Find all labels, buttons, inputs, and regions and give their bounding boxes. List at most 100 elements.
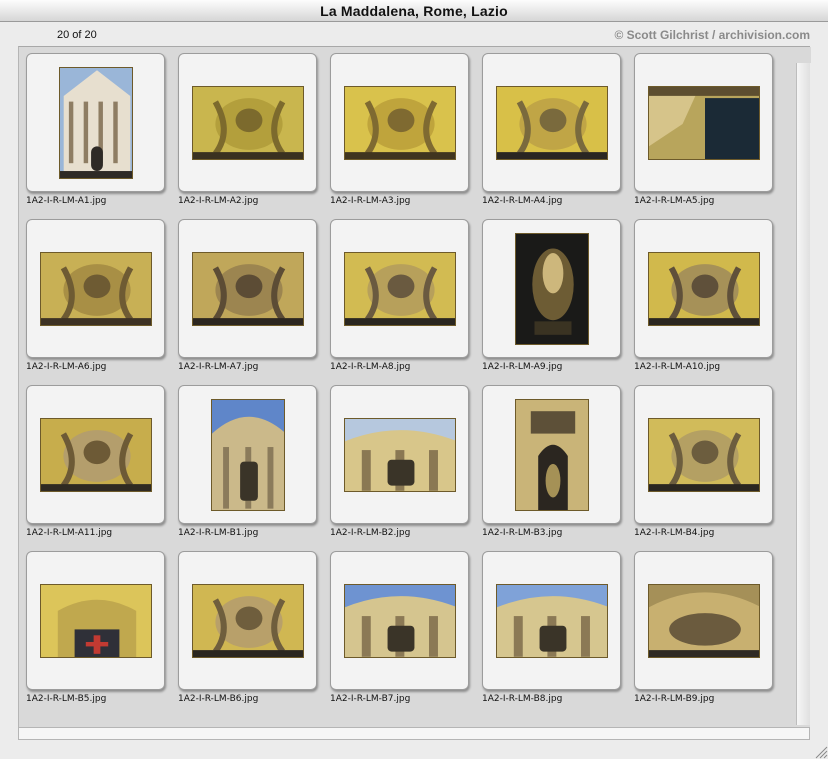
thumbnail-cell[interactable]: 1A2-I-R-LM-A4.jpg (475, 47, 627, 207)
thumbnail-slide[interactable] (178, 551, 317, 690)
thumbnail-filename: 1A2-I-R-LM-A8.jpg (330, 362, 411, 372)
thumbnail-frame (647, 251, 760, 326)
thumbnail-image (648, 252, 759, 325)
thumbnail-cell[interactable]: 1A2-I-R-LM-B3.jpg (475, 379, 627, 539)
thumbnail-slide[interactable] (330, 219, 469, 358)
thumbnail-slide[interactable] (330, 53, 469, 192)
thumbnail-filename: 1A2-I-R-LM-B9.jpg (634, 694, 715, 704)
thumbnail-cell[interactable]: 1A2-I-R-LM-A10.jpg (627, 213, 779, 373)
thumbnail-filename: 1A2-I-R-LM-B3.jpg (482, 528, 563, 538)
thumbnail-image (496, 584, 607, 657)
vertical-scrollbar[interactable] (796, 47, 811, 725)
thumbnail-cell[interactable]: 1A2-I-R-LM-B5.jpg (19, 545, 171, 705)
thumbnail-slide[interactable] (178, 53, 317, 192)
thumbnail-pane: 1A2-I-R-LM-A1.jpg 1A2-I-R-LM-A2.jpg 1A2-I-… (18, 46, 811, 728)
thumbnail-slide[interactable] (482, 551, 621, 690)
thumbnail-slide[interactable] (330, 551, 469, 690)
thumbnail-cell[interactable]: 1A2-I-R-LM-B9.jpg (627, 545, 779, 705)
thumbnail-image (192, 86, 303, 159)
thumbnail-slide[interactable] (634, 385, 773, 524)
thumbnail-frame (210, 398, 285, 511)
thumbnail-slide[interactable] (482, 219, 621, 358)
thumbnail-frame (514, 398, 589, 511)
thumbnail-image (59, 67, 132, 178)
thumbnail-slide[interactable] (26, 53, 165, 192)
thumbnail-frame (191, 583, 304, 658)
thumbnail-slide[interactable] (26, 551, 165, 690)
horizontal-scrollbar[interactable] (18, 728, 810, 740)
thumbnail-filename: 1A2-I-R-LM-A6.jpg (26, 362, 107, 372)
thumbnail-slide[interactable] (482, 53, 621, 192)
thumbnail-frame (58, 66, 133, 179)
thumbnail-slide[interactable] (178, 219, 317, 358)
thumbnail-image (496, 86, 607, 159)
thumbnail-cell[interactable]: 1A2-I-R-LM-A2.jpg (171, 47, 323, 207)
thumbnail-slide[interactable] (330, 385, 469, 524)
thumbnail-cell[interactable]: 1A2-I-R-LM-A9.jpg (475, 213, 627, 373)
thumbnail-image (40, 418, 151, 491)
thumbnail-image (515, 399, 588, 510)
image-count: 20 of 20 (57, 29, 97, 41)
thumbnail-image (40, 252, 151, 325)
thumbnail-cell[interactable]: 1A2-I-R-LM-A8.jpg (323, 213, 475, 373)
thumbnail-frame (647, 583, 760, 658)
thumbnail-slide[interactable] (634, 551, 773, 690)
thumbnail-image (648, 418, 759, 491)
thumbnail-slide[interactable] (26, 385, 165, 524)
thumbnail-filename: 1A2-I-R-LM-B6.jpg (178, 694, 259, 704)
window-title: La Maddalena, Rome, Lazio (320, 3, 508, 19)
thumbnail-filename: 1A2-I-R-LM-A10.jpg (634, 362, 721, 372)
thumbnail-image (515, 233, 588, 344)
thumbnail-filename: 1A2-I-R-LM-A5.jpg (634, 196, 715, 206)
thumbnail-filename: 1A2-I-R-LM-B5.jpg (26, 694, 107, 704)
thumbnail-image (344, 252, 455, 325)
thumbnail-frame (495, 85, 608, 160)
thumbnail-cell[interactable]: 1A2-I-R-LM-B4.jpg (627, 379, 779, 539)
thumbnail-filename: 1A2-I-R-LM-A1.jpg (26, 196, 107, 206)
thumbnail-cell[interactable]: 1A2-I-R-LM-B1.jpg (171, 379, 323, 539)
thumbnail-slide[interactable] (482, 385, 621, 524)
thumbnail-cell[interactable]: 1A2-I-R-LM-B8.jpg (475, 545, 627, 705)
window-titlebar[interactable]: La Maddalena, Rome, Lazio (0, 0, 828, 22)
info-bar: 20 of 20 © Scott Gilchrist / archivision… (18, 24, 810, 46)
thumbnail-cell[interactable]: 1A2-I-R-LM-B6.jpg (171, 545, 323, 705)
thumbnail-frame (343, 251, 456, 326)
thumbnail-frame (343, 583, 456, 658)
thumbnail-image (211, 399, 284, 510)
thumbnail-cell[interactable]: 1A2-I-R-LM-A3.jpg (323, 47, 475, 207)
thumbnail-frame (39, 583, 152, 658)
thumbnail-filename: 1A2-I-R-LM-B8.jpg (482, 694, 563, 704)
thumbnail-filename: 1A2-I-R-LM-A3.jpg (330, 196, 411, 206)
resize-grip-icon[interactable] (812, 743, 828, 759)
thumbnail-cell[interactable]: 1A2-I-R-LM-A7.jpg (171, 213, 323, 373)
thumbnail-grid: 1A2-I-R-LM-A1.jpg 1A2-I-R-LM-A2.jpg 1A2-I-… (19, 47, 796, 727)
thumbnail-cell[interactable]: 1A2-I-R-LM-B7.jpg (323, 545, 475, 705)
thumbnail-filename: 1A2-I-R-LM-B2.jpg (330, 528, 411, 538)
thumbnail-image (648, 86, 759, 159)
thumbnail-slide[interactable] (178, 385, 317, 524)
thumbnail-frame (343, 417, 456, 492)
thumbnail-slide[interactable] (634, 53, 773, 192)
thumbnail-frame (343, 85, 456, 160)
thumbnail-image (344, 584, 455, 657)
thumbnail-cell[interactable]: 1A2-I-R-LM-B2.jpg (323, 379, 475, 539)
thumbnail-cell[interactable]: 1A2-I-R-LM-A11.jpg (19, 379, 171, 539)
thumbnail-filename: 1A2-I-R-LM-A4.jpg (482, 196, 563, 206)
thumbnail-filename: 1A2-I-R-LM-A11.jpg (26, 528, 113, 538)
thumbnail-frame (39, 251, 152, 326)
thumbnail-cell[interactable]: 1A2-I-R-LM-A5.jpg (627, 47, 779, 207)
thumbnail-frame (39, 417, 152, 492)
thumbnail-cell[interactable]: 1A2-I-R-LM-A6.jpg (19, 213, 171, 373)
thumbnail-frame (495, 583, 608, 658)
thumbnail-filename: 1A2-I-R-LM-B4.jpg (634, 528, 715, 538)
thumbnail-image (344, 86, 455, 159)
thumbnail-filename: 1A2-I-R-LM-B7.jpg (330, 694, 411, 704)
thumbnail-image (344, 418, 455, 491)
scrollbar-track-top (797, 47, 811, 63)
thumbnail-cell[interactable]: 1A2-I-R-LM-A1.jpg (19, 47, 171, 207)
thumbnail-frame (647, 417, 760, 492)
thumbnail-slide[interactable] (26, 219, 165, 358)
thumbnail-image (648, 584, 759, 657)
thumbnail-filename: 1A2-I-R-LM-B1.jpg (178, 528, 259, 538)
thumbnail-slide[interactable] (634, 219, 773, 358)
